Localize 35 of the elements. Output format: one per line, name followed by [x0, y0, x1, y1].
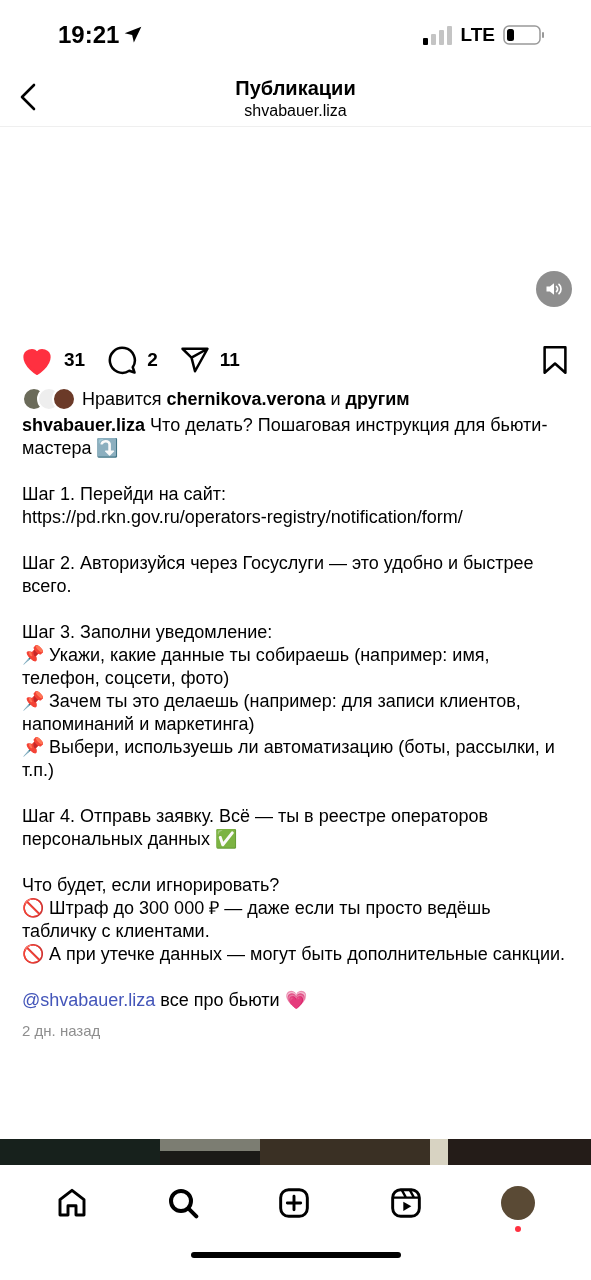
- caption-text: https://pd.rkn.gov.ru/operators-registry/notification/form/: [22, 506, 464, 529]
- profile-avatar[interactable]: [501, 1186, 536, 1220]
- signal-icon: [422, 25, 453, 45]
- caption-text: Шаг 1. Перейди на сайт:: [22, 483, 227, 506]
- caption-text: 📌 Выбери, используешь ли автоматизацию (боты, рассылки, и т.п.): [22, 736, 556, 782]
- caption-text: все про бьюти 💗: [160, 989, 307, 1012]
- mention-link[interactable]: @shvabauer.liza: [22, 989, 156, 1012]
- network-label: LTE: [460, 22, 495, 47]
- sound-button[interactable]: [536, 271, 572, 307]
- likes-text: Нравится chernikova.verona и другим: [82, 388, 410, 411]
- caption-text: shvabauer.liza Что делать? Пошаговая инструкция для бьюти-мастера ⤵: [22, 414, 549, 460]
- bookmark-icon[interactable]: [541, 345, 569, 375]
- comment-icon[interactable]: [107, 345, 138, 375]
- account-name: shvabauer.liza: [244, 101, 347, 121]
- action-count: 2: [147, 347, 158, 372]
- caption-text: 📌 Укажи, какие данные ты собираешь (например: имя, телефон, соцсети, фото): [22, 644, 491, 690]
- chevron-left-icon: [18, 82, 38, 112]
- search-icon[interactable]: [167, 1187, 200, 1219]
- avatar-stack: [22, 387, 76, 411]
- action-count: 11: [219, 347, 240, 372]
- page-title: Публикации: [235, 76, 356, 101]
- send-icon[interactable]: [179, 345, 210, 375]
- caption-text: Шаг 4. Отправь заявку. Всё — ты в реестре операторов персональных данных ✅: [22, 805, 489, 851]
- create-icon[interactable]: [278, 1187, 311, 1219]
- caption-text: Шаг 2. Авторизуйся через Госуслуги — это удобно и быстрее всего.: [22, 552, 535, 598]
- caption-text: Что будет, если игнорировать?: [22, 874, 281, 897]
- reels-icon[interactable]: [389, 1187, 422, 1219]
- battery-icon: [503, 24, 545, 46]
- action-count: 31: [64, 347, 86, 372]
- post-date: 2 дн. назад: [21, 1021, 102, 1041]
- caption-text: 🚫 А при утечке данных — могут быть дополнительные санкции.: [22, 943, 566, 966]
- caption-text: Шаг 3. Заполни уведомление:: [22, 621, 274, 644]
- clock-time: 19:21: [58, 20, 120, 50]
- caption-text: 📌 Зачем ты это делаешь (например: для записи клиентов, напоминаний и маркетинга): [22, 690, 522, 736]
- caption-text: 🚫 Штраф до 300 000 ₽ — даже если ты просто ведёшь табличку с клиентами.: [22, 897, 492, 943]
